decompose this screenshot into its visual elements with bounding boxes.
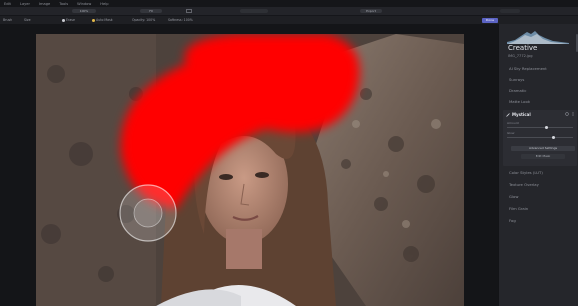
- canvas-area[interactable]: [0, 24, 498, 306]
- mystical-filter-panel: Mystical Amount Glow Advanced Settings E…: [503, 110, 577, 166]
- filter-name: Mystical: [512, 112, 531, 117]
- right-panel: Creative IMG_7772.jpg AI Sky Replacement…: [498, 24, 578, 306]
- slider-amount-label: Amount: [507, 121, 519, 125]
- slider-amount[interactable]: [507, 127, 573, 128]
- export-button[interactable]: Export: [360, 9, 382, 13]
- panel-toggle[interactable]: [500, 9, 520, 13]
- tool-dramatic[interactable]: Dramatic: [509, 88, 526, 93]
- auto-mask-icon: [92, 18, 95, 22]
- file-name: IMG_7772.jpg: [508, 54, 533, 58]
- photo-illustration: [36, 34, 464, 306]
- tool-ai-sky[interactable]: AI Sky Replacement: [509, 66, 547, 71]
- tool-sunrays[interactable]: Sunrays: [509, 77, 524, 82]
- fit-button[interactable]: Fit: [140, 9, 162, 13]
- brush-size-label[interactable]: Size: [24, 18, 31, 22]
- reset-icon[interactable]: [565, 112, 569, 116]
- tool-film-grain[interactable]: Film Grain: [509, 206, 528, 211]
- top-toolbar: 100% Fit Export: [0, 7, 578, 16]
- histogram: [507, 31, 569, 44]
- menu-help[interactable]: Help: [100, 2, 108, 6]
- zoom-control[interactable]: 100%: [72, 9, 96, 13]
- slider-amount-knob[interactable]: [545, 126, 549, 129]
- menu-image[interactable]: Image: [39, 2, 50, 6]
- menu-layer[interactable]: Layer: [20, 2, 30, 6]
- slider-glow-knob[interactable]: [551, 136, 555, 139]
- erase-toggle[interactable]: Erase: [62, 18, 75, 22]
- slider-glow[interactable]: [507, 137, 573, 138]
- menu-edit[interactable]: Edit: [4, 2, 11, 6]
- view-toggle[interactable]: [240, 9, 268, 13]
- menu-tools[interactable]: Tools: [59, 2, 68, 6]
- panel-title: Creative: [508, 44, 538, 52]
- tool-texture-overlay[interactable]: Texture Overlay: [509, 182, 539, 187]
- slider-glow-label: Glow: [507, 131, 515, 135]
- menu-bar: Edit Layer Image Tools Window Help: [0, 0, 578, 7]
- tool-glow[interactable]: Glow: [509, 194, 518, 199]
- menu-window[interactable]: Window: [77, 2, 91, 6]
- brush-icon[interactable]: [506, 113, 510, 117]
- tool-color-styles[interactable]: Color Styles (LUT): [509, 170, 543, 175]
- brush-options-bar: Brush Size Erase Auto Mask Opacity: 100%…: [0, 16, 578, 24]
- softness-setting[interactable]: Softness: 100%: [168, 18, 193, 22]
- done-button[interactable]: Done: [482, 17, 498, 23]
- edit-mask-button[interactable]: Edit Mask: [521, 154, 565, 159]
- menu-icon[interactable]: [571, 112, 575, 116]
- opacity-setting[interactable]: Opacity: 100%: [132, 18, 155, 22]
- grid-icon[interactable]: [186, 9, 192, 13]
- brush-mode[interactable]: Brush: [3, 18, 12, 22]
- erase-radio-icon: [62, 18, 65, 22]
- tool-matte-look[interactable]: Matte Look: [509, 99, 530, 104]
- portrait-photo[interactable]: [36, 34, 464, 306]
- tool-fog[interactable]: Fog: [509, 218, 516, 223]
- auto-mask-toggle[interactable]: Auto Mask: [92, 18, 113, 22]
- advanced-settings-button[interactable]: Advanced Settings: [511, 146, 575, 151]
